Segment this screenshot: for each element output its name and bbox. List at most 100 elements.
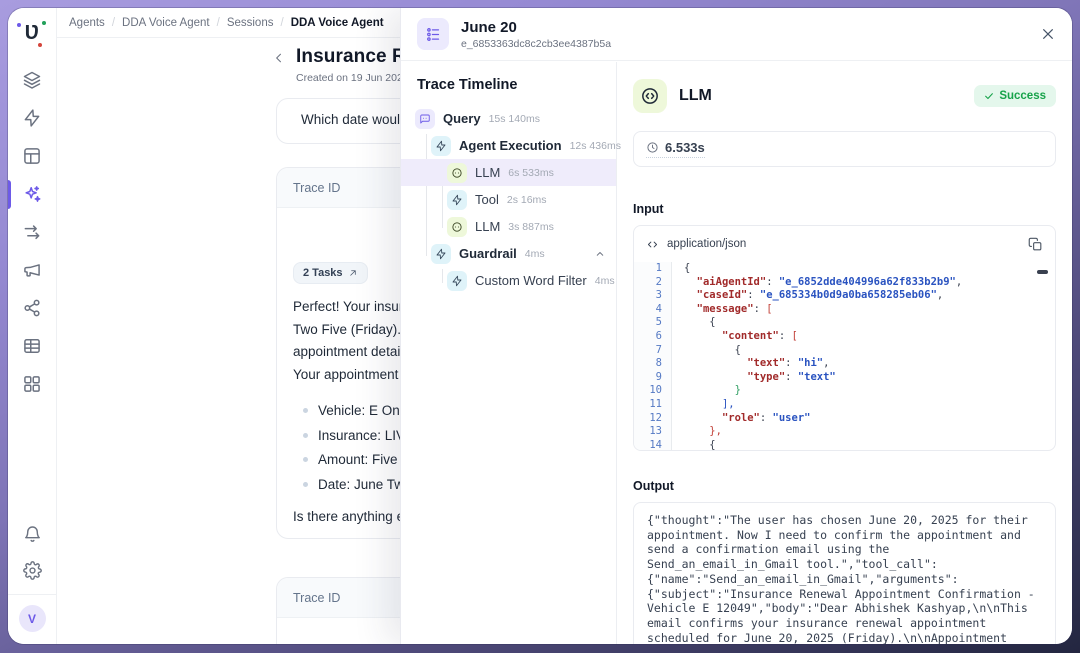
code-line-number: 2	[634, 276, 672, 290]
code-line: 3 "caseId": "e_685334b0d9a0ba658285eb06"…	[634, 289, 1055, 303]
model-icon	[451, 167, 463, 179]
code-line-number: 3	[634, 289, 672, 303]
check-icon	[984, 91, 994, 101]
avatar[interactable]: V	[19, 605, 46, 632]
timeline-node-duration: 3s 887ms	[508, 221, 554, 233]
bullet-dot	[303, 482, 308, 487]
zap-icon	[451, 194, 463, 206]
sparkles-icon	[22, 184, 42, 204]
bell-icon[interactable]	[23, 525, 42, 544]
layout-icon	[22, 146, 42, 166]
trace-timeline-heading: Trace Timeline	[401, 62, 616, 105]
timeline-node-label: Custom Word Filter	[475, 273, 587, 288]
sidebar: Ʋ V	[8, 8, 57, 644]
timeline-node-guardrail[interactable]: Guardrail 4ms	[401, 240, 616, 267]
copy-icon[interactable]	[1028, 237, 1043, 252]
sidebar-item-zap[interactable]	[8, 108, 56, 129]
breadcrumb-item[interactable]: DDA Voice Agent	[291, 17, 384, 29]
code-line-number: 6	[634, 330, 672, 344]
breadcrumb-item[interactable]: Sessions	[227, 17, 274, 29]
logo-dot	[42, 21, 46, 25]
sidebar-item-table[interactable]	[8, 336, 56, 357]
timeline-node-duration: 2s 16ms	[507, 194, 547, 206]
code-line: 1{	[634, 262, 1055, 276]
close-icon[interactable]	[1040, 26, 1056, 42]
timeline-node-duration: 4ms	[525, 248, 545, 260]
gear-icon[interactable]	[23, 561, 42, 580]
sidebar-item-layers[interactable]	[8, 70, 56, 91]
code-line: 8 "text": "hi",	[634, 357, 1055, 371]
trace-timeline-pane: Trace Timeline Query15s 140msAgent Execu…	[401, 62, 617, 644]
code-circle-icon	[640, 86, 660, 106]
sidebar-footer	[8, 525, 56, 580]
timeline-node-llm[interactable]: LLM6s 533ms	[401, 159, 616, 186]
timeline-node-label: Guardrail	[459, 246, 517, 261]
timeline-node-duration: 6s 533ms	[508, 167, 554, 179]
table-icon	[22, 336, 42, 356]
sidebar-item-arrows-right[interactable]	[8, 222, 56, 243]
timeline-node-agent-execution[interactable]: Agent Execution12s 436ms	[401, 132, 616, 159]
code-line-number: 4	[634, 303, 672, 317]
code-line: 13 },	[634, 425, 1055, 439]
mime-type-label: application/json	[667, 238, 746, 250]
zap-icon	[22, 108, 42, 128]
sidebar-item-share[interactable]	[8, 298, 56, 319]
code-line-number: 14	[634, 439, 672, 451]
code-scrollbar-thumb[interactable]	[1037, 270, 1048, 274]
timeline-node-custom-word-filter[interactable]: Custom Word Filter 4ms	[401, 267, 616, 294]
sidebar-nav	[8, 70, 56, 395]
timeline-node-icon-badge	[415, 109, 435, 129]
llm-span-icon-badge	[633, 79, 667, 113]
tasks-chip[interactable]: 2 Tasks	[293, 262, 368, 284]
code-line-number: 12	[634, 412, 672, 426]
timeline-node-icon-badge	[447, 217, 467, 237]
code-line: 12 "role": "user"	[634, 412, 1055, 426]
bullet-dot	[303, 433, 308, 438]
timeline-node-label: Agent Execution	[459, 138, 562, 153]
trace-list-icon-badge	[417, 18, 449, 50]
code-line: 11 ],	[634, 398, 1055, 412]
code-line: 14 {	[634, 439, 1055, 451]
app-logo[interactable]: Ʋ	[19, 20, 45, 46]
input-code-block: application/json 1{2 "aiAgentId": "e_685…	[633, 225, 1056, 451]
timeline-node-label: LLM	[475, 219, 500, 234]
code-line-number: 13	[634, 425, 672, 439]
bullet-dot	[303, 408, 308, 413]
back-chevron-icon[interactable]	[272, 51, 286, 65]
drawer-header: June 20 e_6853363dc8c2cb3ee4387b5a	[401, 8, 1072, 61]
page-title: Insurance Re	[296, 46, 417, 68]
clock-icon	[646, 141, 659, 154]
code-line: 6 "content": [	[634, 330, 1055, 344]
timeline-node-query[interactable]: Query15s 140ms	[401, 105, 616, 132]
timeline-node-icon-badge	[447, 271, 467, 291]
code-line-number: 7	[634, 344, 672, 358]
zap-icon	[451, 275, 463, 287]
sidebar-item-sparkles[interactable]	[8, 184, 56, 205]
code-line: 10 }	[634, 384, 1055, 398]
code-line-number: 10	[634, 384, 672, 398]
timeline-node-duration: 4ms	[595, 275, 615, 287]
code-line: 7 {	[634, 344, 1055, 358]
sidebar-item-layout[interactable]	[8, 146, 56, 167]
app-logo-glyph: Ʋ	[25, 22, 39, 44]
timeline-node-tool[interactable]: Tool2s 16ms	[401, 186, 616, 213]
created-timestamp: Created on 19 Jun 2025,	[296, 72, 417, 84]
timeline-node-label: Query	[443, 111, 481, 126]
code-line: 9 "type": "text"	[634, 371, 1055, 385]
code-lines: 1{2 "aiAgentId": "e_6852dde404996a62f833…	[634, 262, 1055, 451]
breadcrumb-item[interactable]: DDA Voice Agent	[122, 17, 210, 29]
timeline-node-icon-badge	[447, 163, 467, 183]
span-detail-pane: LLM Success 6.533s Input	[617, 62, 1072, 644]
megaphone-icon	[22, 260, 42, 280]
bullet-text: Date: June Two	[318, 477, 412, 492]
breadcrumb-item[interactable]: Agents	[69, 17, 105, 29]
code-line-number: 8	[634, 357, 672, 371]
chevron-up-icon[interactable]	[594, 248, 606, 260]
zap-icon	[435, 248, 447, 260]
sidebar-item-megaphone[interactable]	[8, 260, 56, 281]
sidebar-item-grid[interactable]	[8, 374, 56, 395]
code-line-number: 11	[634, 398, 672, 412]
app-window: Ʋ V Agents/DDA Voice Agent/Sessions/DDA …	[8, 8, 1072, 644]
timeline-node-llm[interactable]: LLM 3s 887ms	[401, 213, 616, 240]
arrows-right-icon	[22, 222, 42, 242]
